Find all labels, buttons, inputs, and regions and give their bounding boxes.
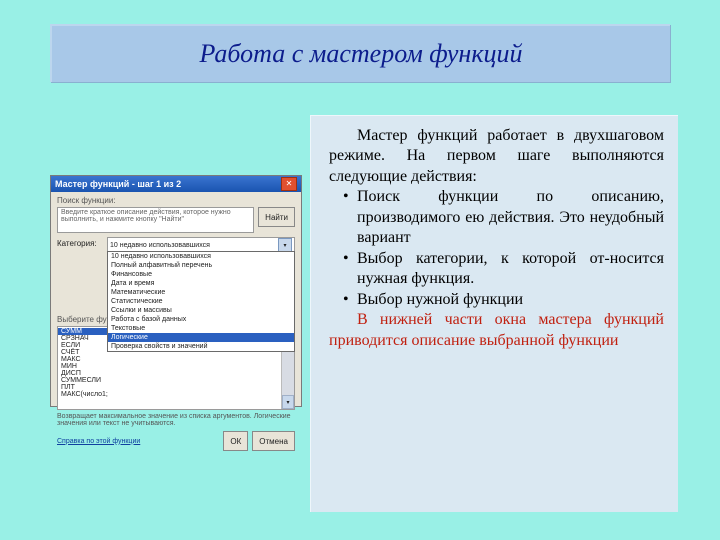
function-wizard-dialog: Мастер функций - шаг 1 из 2 ✕ Поиск функ… — [50, 175, 302, 407]
find-button[interactable]: Найти — [258, 207, 295, 227]
dialog-title: Мастер функций - шаг 1 из 2 — [55, 179, 181, 189]
bullet-1: Поиск функции по описанию, производимого… — [329, 187, 664, 248]
category-option[interactable]: Финансовые — [108, 270, 294, 279]
scroll-down-icon[interactable]: ▾ — [282, 395, 294, 409]
function-description: Возвращает максимальное значение из спис… — [57, 413, 295, 427]
bullet-2: Выбор категории, к которой от-носится ну… — [329, 249, 664, 290]
bullet-3: Выбор нужной функции — [329, 290, 664, 310]
titlebar: Мастер функций - шаг 1 из 2 ✕ — [51, 176, 301, 192]
category-option[interactable]: Текстовые — [108, 324, 294, 333]
content-area: Мастер функций работает в двухшаговом ре… — [50, 115, 678, 512]
cancel-button[interactable]: Отмена — [252, 431, 295, 451]
function-option[interactable]: СУММЕСЛИ — [58, 377, 281, 384]
category-option[interactable]: Логические — [108, 333, 294, 342]
category-option[interactable]: Дата и время — [108, 279, 294, 288]
category-option[interactable]: Математические — [108, 288, 294, 297]
category-value: 10 недавно использовавшихся — [110, 242, 210, 249]
category-option[interactable]: Работа с базой данных — [108, 315, 294, 324]
category-option[interactable]: Ссылки и массивы — [108, 306, 294, 315]
bottom-note: В нижней части окна мастера функций прив… — [329, 310, 664, 351]
slide-title-bar: Работа с мастером функций — [50, 24, 670, 82]
function-option[interactable]: МАКС(число1; — [58, 391, 281, 398]
paragraph-intro: Мастер функций работает в двухшаговом ре… — [329, 126, 664, 187]
category-option[interactable]: 10 недавно использовавшихся — [108, 252, 294, 261]
search-label: Поиск функции: — [57, 196, 295, 205]
help-link[interactable]: Справка по этой функции — [57, 438, 140, 445]
function-option[interactable]: МИН — [58, 363, 281, 370]
category-select[interactable]: 10 недавно использовавшихся ▾ 10 недавно… — [107, 237, 295, 253]
chevron-down-icon[interactable]: ▾ — [278, 238, 292, 252]
category-label: Категория: — [57, 237, 103, 248]
slide-title: Работа с мастером функций — [199, 39, 522, 69]
function-option[interactable]: МАКС — [58, 356, 281, 363]
category-option[interactable]: Статистические — [108, 297, 294, 306]
function-option[interactable]: ДИСП — [58, 370, 281, 377]
search-input[interactable]: Введите краткое описание действия, котор… — [57, 207, 254, 233]
text-column: Мастер функций работает в двухшаговом ре… — [310, 115, 678, 512]
category-option[interactable]: Полный алфавитный перечень — [108, 261, 294, 270]
close-icon[interactable]: ✕ — [281, 177, 297, 191]
category-dropdown-list: 10 недавно использовавшихсяПолный алфави… — [107, 251, 295, 352]
ok-button[interactable]: ОК — [223, 431, 248, 451]
category-option[interactable]: Проверка свойств и значений — [108, 342, 294, 351]
function-option[interactable]: ПЛТ — [58, 384, 281, 391]
